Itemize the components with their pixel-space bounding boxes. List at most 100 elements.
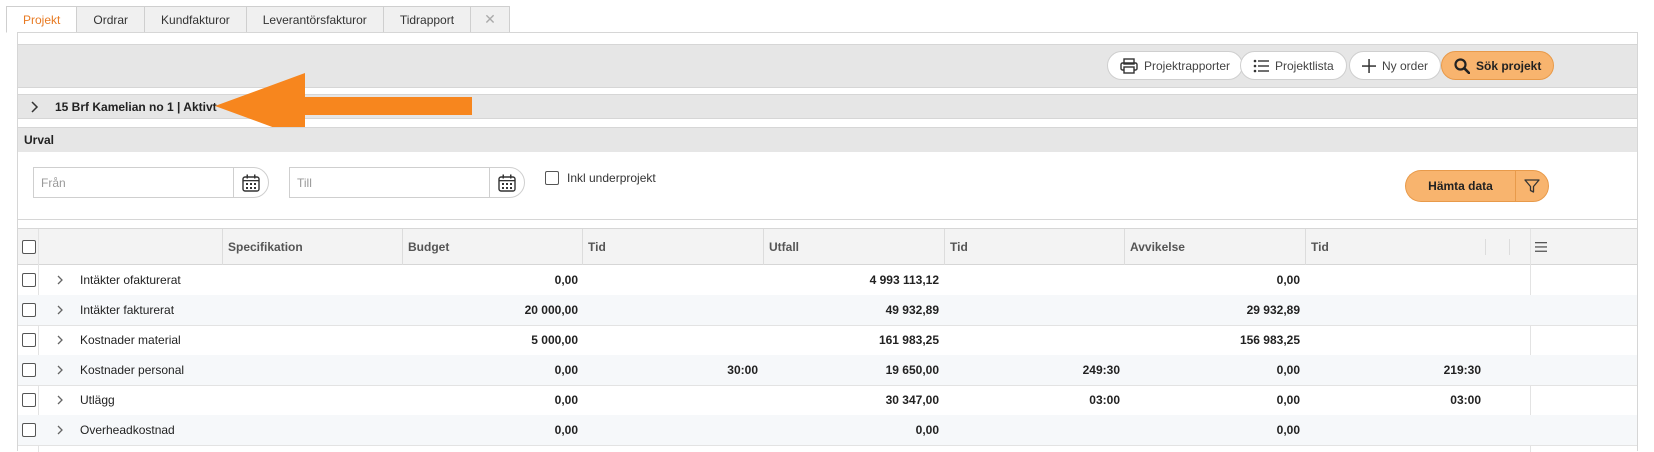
fetch-data-group: Hämta data [1405, 170, 1549, 202]
row-utfall-tid: 249:30 [1082, 363, 1120, 377]
column-header-budget-tid[interactable]: Tid [582, 229, 762, 265]
chevron-right-icon[interactable] [54, 364, 66, 379]
chevron-right-icon[interactable] [54, 424, 66, 439]
project-reports-label: Projektrapporter [1144, 58, 1231, 73]
table-row[interactable]: Intäkter fakturerat 20 000,00 49 932,89 29 … [18, 295, 1637, 326]
row-specifikation: Overheadkostnad [80, 423, 175, 437]
row-avvikelse-tid: 03:00 [1450, 393, 1481, 407]
row-checkbox[interactable] [22, 303, 36, 317]
column-header-avvikelse[interactable]: Avvikelse [1124, 229, 1304, 265]
row-avvikelse-tid [1305, 325, 1481, 355]
include-subprojects-label: Inkl underprojekt [567, 171, 656, 185]
row-budget-tid [582, 325, 758, 355]
chevron-right-icon[interactable] [28, 100, 42, 114]
project-list-button[interactable]: Projektlista [1240, 51, 1347, 80]
select-all-checkbox[interactable] [22, 240, 36, 254]
header-divider [1485, 239, 1486, 255]
table-row[interactable]: Kostnader material 5 000,00 161 983,25 156 … [18, 325, 1637, 356]
row-avvikelse-tid [1305, 295, 1481, 325]
project-list-label: Projektlista [1275, 58, 1334, 73]
project-title: 15 Brf Kamelian no 1 | Aktivt [55, 99, 217, 114]
row-utfall-tid [944, 265, 1120, 295]
table-row[interactable]: Overheadkostnad 0,00 0,00 0,00 [18, 415, 1637, 446]
tab-bar: Projekt Ordrar Kundfakturor Leverantörsf… [6, 6, 510, 33]
search-project-label: Sök projekt [1476, 58, 1542, 73]
column-header-avvikelse-tid[interactable]: Tid [1305, 229, 1485, 265]
column-header-utfall-tid[interactable]: Tid [944, 229, 1124, 265]
calendar-icon[interactable] [489, 167, 525, 198]
filter-icon[interactable] [1515, 170, 1549, 202]
from-date-input[interactable]: Från [33, 167, 233, 198]
table-row[interactable]: Kostnader personal 0,00 30:00 19 650,00 249:… [18, 355, 1637, 386]
tab-kundfakturor[interactable]: Kundfakturor [145, 6, 247, 33]
fetch-data-button[interactable]: Hämta data [1405, 170, 1515, 202]
row-checkbox[interactable] [22, 333, 36, 347]
row-utfall-tid [944, 295, 1120, 325]
data-grid: Specifikation Budget Tid Utfall Tid Avvi… [17, 228, 1638, 452]
chevron-right-icon[interactable] [54, 274, 66, 289]
new-order-label: Ny order [1382, 58, 1429, 73]
row-budget-tid [582, 265, 758, 295]
row-specifikation: Kostnader material [80, 333, 181, 347]
project-reports-button[interactable]: Projektrapporter [1107, 51, 1244, 80]
calendar-icon[interactable] [233, 167, 269, 198]
new-order-button[interactable]: Ny order [1349, 51, 1442, 80]
chevron-right-icon[interactable] [54, 304, 66, 319]
list-icon [1253, 59, 1269, 73]
header-divider [1509, 239, 1510, 255]
row-avvikelse: 0,00 [1276, 393, 1300, 407]
row-avvikelse: 0,00 [1276, 423, 1300, 437]
chevron-right-icon[interactable] [54, 394, 66, 409]
row-checkbox[interactable] [22, 393, 36, 407]
table-row[interactable]: Intäkter ofakturerat 0,00 4 993 113,12 0,00 [18, 265, 1637, 296]
include-subprojects-checkbox[interactable] [545, 171, 559, 185]
row-specifikation: Kostnader personal [80, 363, 185, 377]
plus-icon [1362, 58, 1376, 73]
row-utfall: 4 993 113,12 [869, 273, 939, 287]
tab-ordrar[interactable]: Ordrar [77, 6, 146, 33]
row-utfall: 49 932,89 [885, 303, 939, 317]
search-project-button[interactable]: Sök projekt [1441, 51, 1555, 80]
row-checkbox[interactable] [22, 423, 36, 437]
row-budget-tid [582, 385, 758, 415]
tab-tidrapport[interactable]: Tidrapport [383, 6, 472, 33]
row-avvikelse-tid [1305, 265, 1481, 295]
row-budget-tid [582, 295, 758, 325]
row-utfall-tid: 03:00 [1089, 393, 1120, 407]
close-tab-icon[interactable]: ✕ [471, 6, 510, 33]
row-checkbox[interactable] [22, 363, 36, 377]
row-avvikelse-tid: 219:30 [1443, 363, 1481, 377]
row-budget: 0,00 [554, 423, 578, 437]
column-header-utfall[interactable]: Utfall [763, 229, 943, 265]
from-date-field: Från [33, 167, 269, 198]
row-utfall: 19 650,00 [885, 363, 939, 377]
grid-header: Specifikation Budget Tid Utfall Tid Avvi… [18, 229, 1637, 265]
row-specifikation: Utlägg [80, 393, 115, 407]
row-checkbox[interactable] [22, 273, 36, 287]
menu-icon[interactable] [1534, 240, 1548, 257]
row-utfall-tid [944, 325, 1120, 355]
filter-heading: Urval [17, 127, 1638, 153]
row-specifikation: Intäkter fakturerat [80, 303, 175, 317]
row-specifikation: Intäkter ofakturerat [80, 273, 181, 287]
column-header-specifikation[interactable]: Specifikation [222, 229, 402, 265]
row-utfall: 30 347,00 [885, 393, 939, 407]
row-utfall: 0,00 [915, 423, 939, 437]
chevron-right-icon[interactable] [54, 334, 66, 349]
table-row[interactable]: Utlägg 0,00 30 347,00 03:00 0,00 03:00 [18, 385, 1637, 416]
row-avvikelse: 29 932,89 [1246, 303, 1300, 317]
row-avvikelse-tid [1305, 415, 1481, 445]
row-budget: 5 000,00 [531, 333, 578, 347]
filter-panel: Från Till Inkl underprojekt Hämta data [17, 152, 1638, 220]
to-date-input[interactable]: Till [289, 167, 489, 198]
row-budget: 0,00 [554, 393, 578, 407]
print-icon [1120, 57, 1138, 74]
tab-projekt[interactable]: Projekt [6, 6, 78, 33]
row-budget-tid: 30:00 [727, 363, 758, 377]
row-budget: 20 000,00 [524, 303, 578, 317]
column-header-budget[interactable]: Budget [402, 229, 582, 265]
row-utfall: 161 983,25 [878, 333, 939, 347]
search-icon [1454, 57, 1470, 74]
row-budget: 0,00 [554, 363, 578, 377]
tab-leverantorsfakturor[interactable]: Leverantörsfakturor [246, 6, 384, 33]
